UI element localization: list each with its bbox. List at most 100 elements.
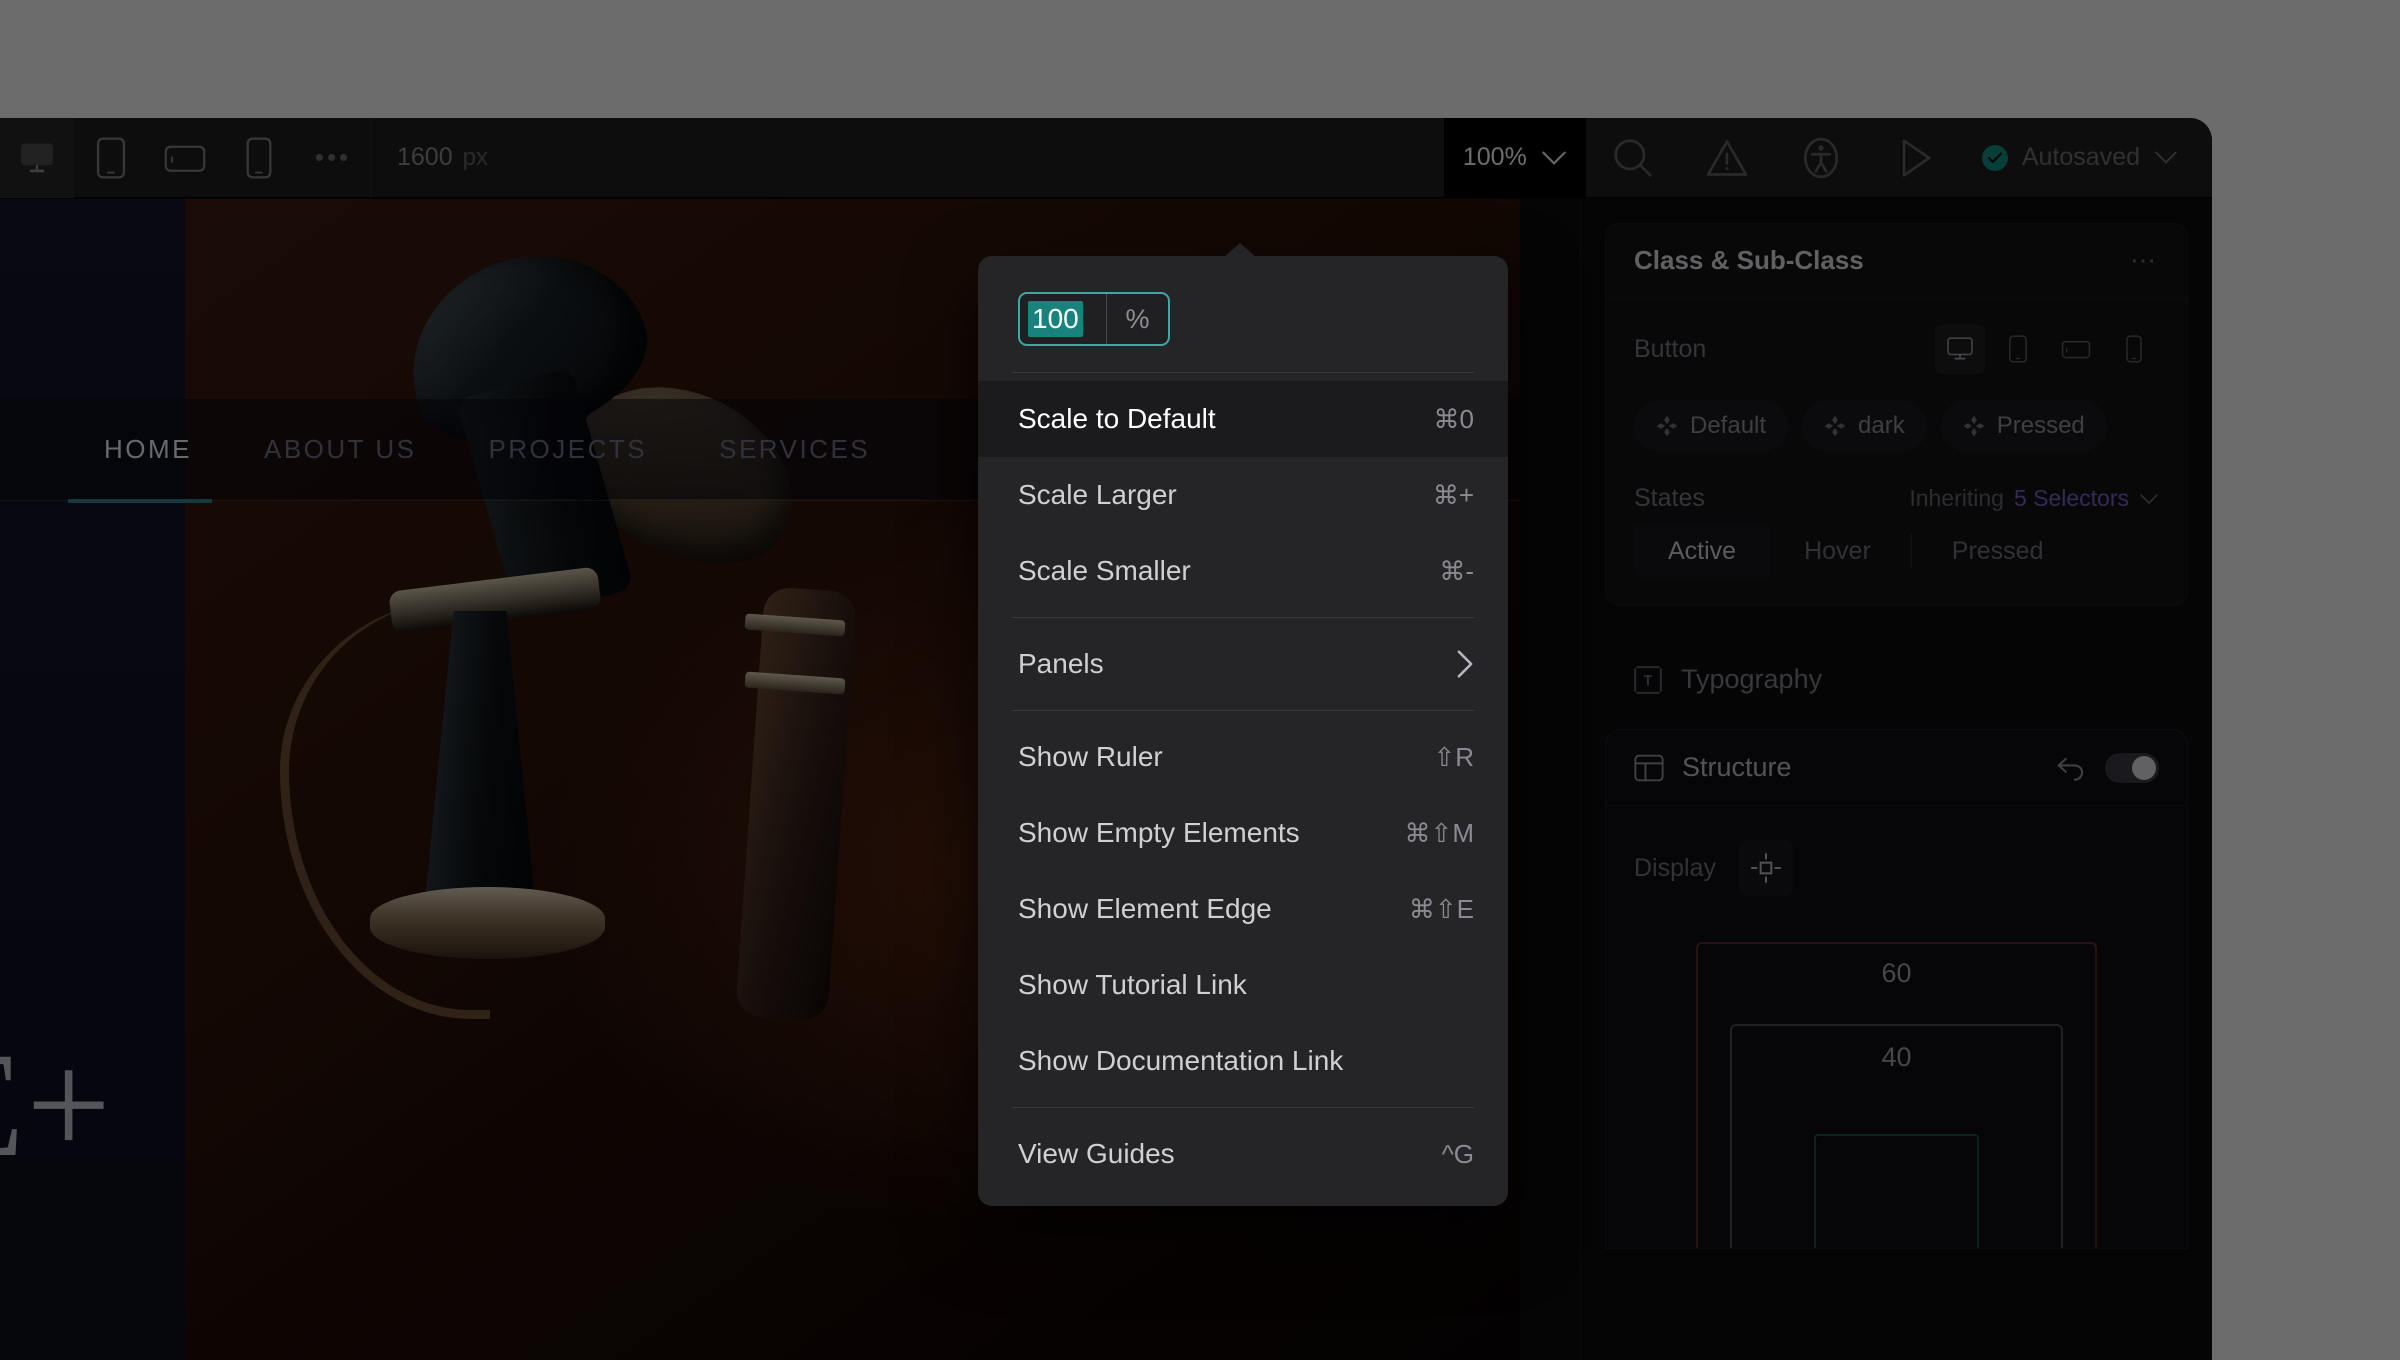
class-breakpoint-desktop[interactable] [1935,324,1985,374]
preview-button[interactable] [1868,118,1962,198]
menu-item-shortcut: ^G [1441,1138,1474,1169]
menu-divider [1012,617,1474,618]
breakpoint-mobile-button[interactable] [222,118,296,198]
class-tag-default[interactable]: Default [1634,400,1789,452]
menu-item-label: Show Tutorial Link [1018,969,1247,1000]
structure-card-header: Structure [1606,730,2187,806]
block-display-icon[interactable] [1737,840,1794,896]
accessibility-icon [1799,136,1843,180]
menu-item-scale-to-default[interactable]: Scale to Default ⌘0 [978,381,1508,457]
zoom-level-value: 100% [1462,143,1527,171]
menu-item-label: Show Documentation Link [1018,1045,1344,1076]
menu-item-show-documentation-link[interactable]: Show Documentation Link [978,1023,1508,1099]
menu-item-show-empty-elements[interactable]: Show Empty Elements ⌘⇧M [978,795,1508,871]
nav-item-services[interactable]: SERVICES [683,399,906,499]
display-row: Display [1606,806,2187,906]
class-card-header: Class & Sub-Class ⋯ [1606,224,2187,298]
inheriting-prefix: Inheriting [1909,485,2004,511]
menu-item-show-tutorial-link[interactable]: Show Tutorial Link [978,947,1508,1023]
tablet-landscape-icon [164,142,206,174]
display-label: Display [1634,853,1716,882]
structure-title: Structure [1682,752,1792,782]
breakpoint-desktop-button[interactable] [0,118,74,198]
nav-label: HOME [104,433,192,464]
diamonds-icon [1963,415,1985,437]
breakpoint-tablet-button[interactable] [74,118,148,198]
menu-item-scale-smaller[interactable]: Scale Smaller ⌘- [978,533,1508,609]
state-tab-pressed[interactable]: Pressed [1918,523,2078,579]
state-tab-hover[interactable]: Hover [1770,523,1905,579]
breakpoint-more-button[interactable]: ••• [296,118,370,198]
menu-item-label: Show Element Edge [1018,893,1272,924]
diamonds-icon [1824,415,1846,437]
chevron-down-icon [2154,150,2178,165]
state-tabs-divider [1910,534,1912,568]
phone-icon [246,136,272,179]
class-tag-pressed[interactable]: Pressed [1940,400,2107,452]
zoom-input-unit: % [1106,294,1168,344]
check-circle-icon [1981,144,2008,171]
toolbar-breakpoints: ••• 1600 px [0,118,514,198]
structure-enabled-toggle[interactable] [2105,752,2159,783]
class-tag-list: Default dark Pressed [1606,400,2187,478]
undo-icon[interactable] [2055,755,2087,781]
box-model-padding-value[interactable]: 40 [1634,1042,2159,1073]
structure-card: Structure Display 60 40 [1605,729,2188,1249]
warning-triangle-icon [1705,138,1749,178]
menu-item-view-guides[interactable]: View Guides ^G [978,1116,1508,1192]
properties-panel: Class & Sub-Class ⋯ Button Default dark … [1580,199,2212,1360]
nav-item-about-us[interactable]: ABOUT US [228,399,452,499]
states-label: States [1634,484,1705,512]
class-breakpoint-tablet[interactable] [1993,324,2043,374]
nav-item-home[interactable]: HOME [68,399,228,499]
svg-text:T: T [1643,672,1652,689]
menu-item-panels[interactable]: Panels [978,626,1508,702]
canvas-width-unit: px [462,143,488,171]
box-model-margin-value[interactable]: 60 [1634,958,2159,989]
issues-button[interactable] [1680,118,1774,198]
layout-icon [1634,754,1664,782]
menu-divider [1012,710,1474,711]
class-breakpoint-landscape[interactable] [2051,324,2101,374]
diamonds-icon [1656,415,1678,437]
class-card-title: Class & Sub-Class [1634,245,1864,275]
menu-item-scale-larger[interactable]: Scale Larger ⌘+ [978,457,1508,533]
screen-root: ••• 1600 px 100% Autosaved HOME ABOUT US… [0,0,2400,1360]
menu-item-show-ruler[interactable]: Show Ruler ⇧R [978,719,1508,795]
play-icon [1895,136,1935,180]
zoom-input-value: 100 [1028,301,1083,337]
zoom-level-dropdown-trigger[interactable]: 100% [1443,118,1586,198]
chevron-right-icon [1456,649,1474,679]
search-button[interactable] [1586,118,1680,198]
class-tag-dark[interactable]: dark [1802,400,1927,452]
class-sub-class-card: Class & Sub-Class ⋯ Button Default dark … [1605,223,2188,606]
autosaved-status[interactable]: Autosaved [1962,118,2212,198]
inheriting-selectors-dropdown[interactable]: Inheriting 5 Selectors [1909,485,2159,512]
tablet-icon [96,136,126,179]
class-breakpoint-group [1935,324,2159,374]
menu-item-show-element-edge[interactable]: Show Element Edge ⌘⇧E [978,871,1508,947]
nav-label: PROJECTS [488,433,648,464]
menu-item-shortcut: ⇧R [1433,741,1474,772]
box-model-diagram[interactable]: 60 40 [1634,924,2159,1248]
menu-item-label: Scale to Default [1018,403,1216,434]
nav-label: ABOUT US [264,433,417,464]
text-box-icon: T [1633,665,1663,695]
chevron-down-icon [2139,493,2159,505]
typography-section-header[interactable]: T Typography [1581,630,2212,729]
ellipsis-icon[interactable]: ⋯ [2130,245,2159,276]
menu-item-shortcut: ⌘⇧E [1408,893,1474,924]
hero-title: ANCE+ [0,1022,113,1188]
zoom-input-group[interactable]: 100 % [1018,292,1170,346]
zoom-input[interactable]: 100 [1020,294,1106,344]
breakpoint-landscape-button[interactable] [148,118,222,198]
state-tab-active[interactable]: Active [1634,523,1771,579]
canvas-width-field[interactable]: 1600 px [371,118,514,198]
chevron-down-icon [1541,150,1567,166]
box-model-content-box[interactable] [1814,1134,1979,1248]
ellipsis-icon: ••• [314,142,352,172]
class-breakpoint-mobile[interactable] [2109,324,2159,374]
accessibility-button[interactable] [1774,118,1868,198]
nav-item-projects[interactable]: PROJECTS [452,399,683,499]
